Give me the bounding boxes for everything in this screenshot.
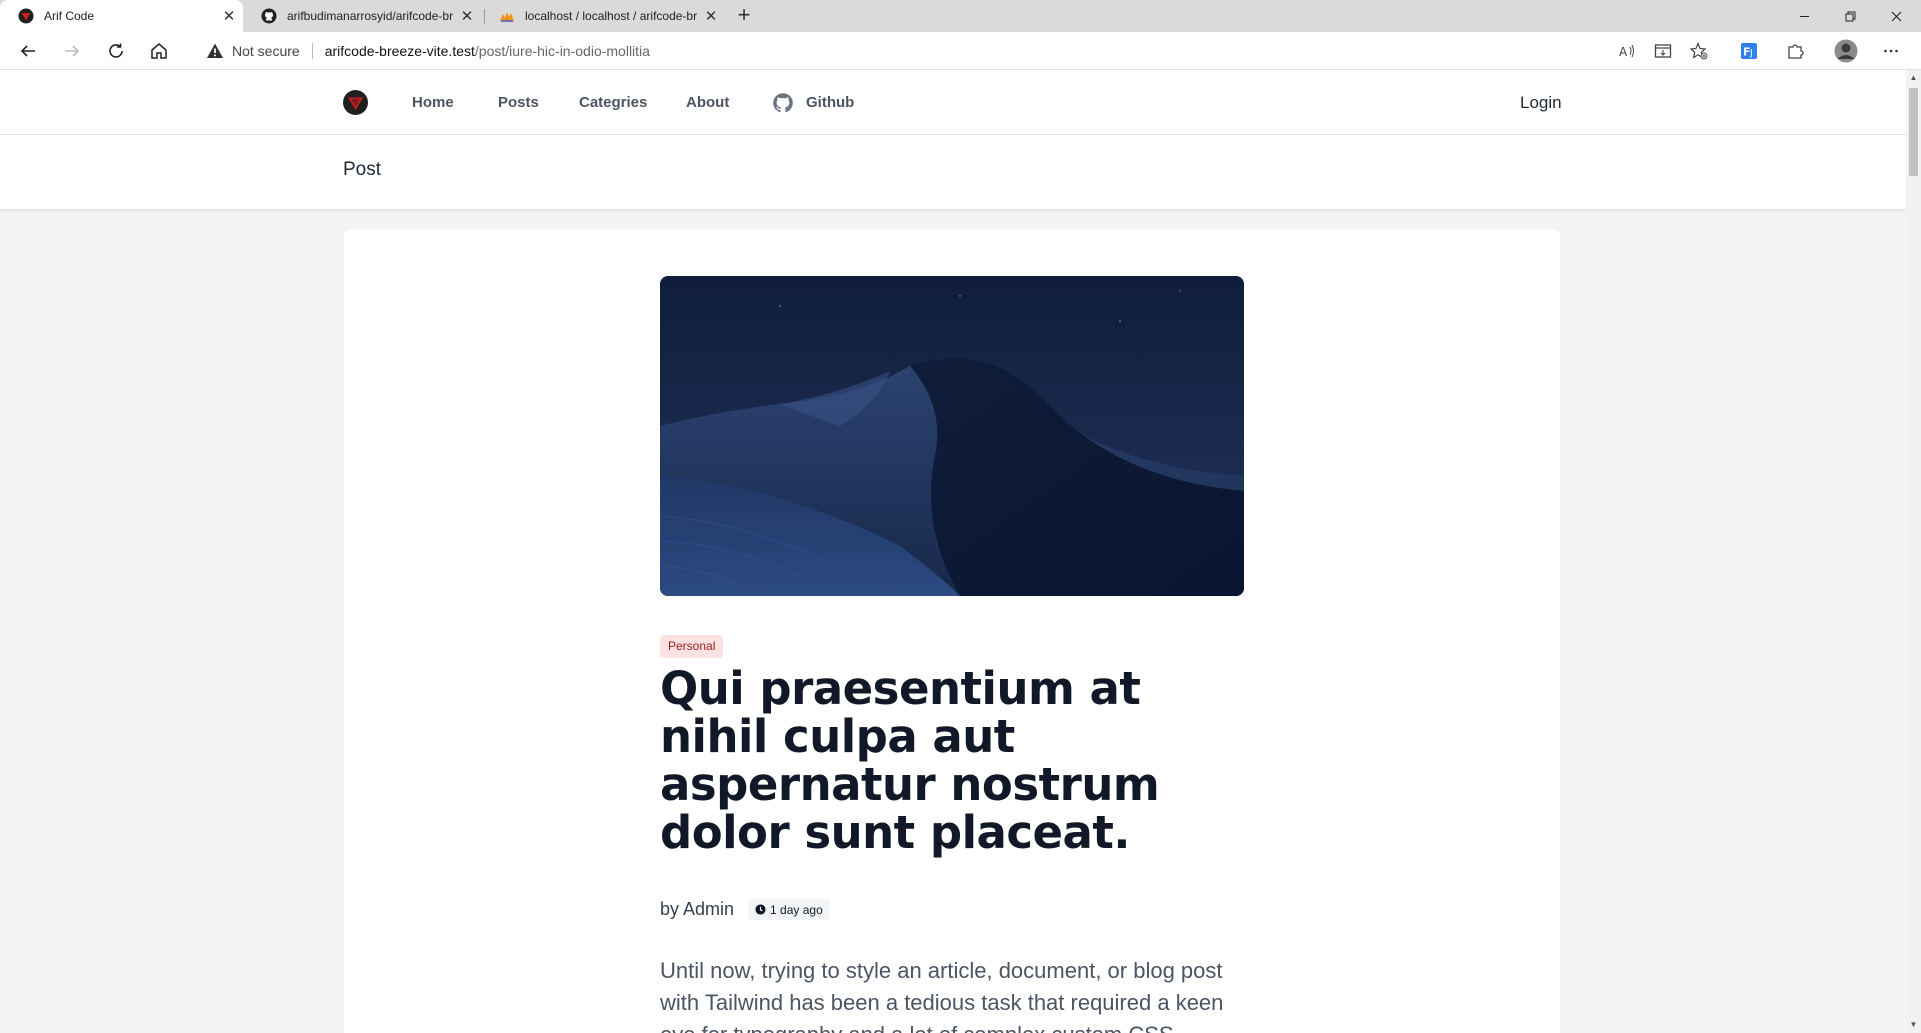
- post-body: Until now, trying to style an article, d…: [660, 958, 1224, 1033]
- browser-tab-strip: Arif Code ✕ arifbudimanarrosyid/arifcode…: [0, 0, 1921, 32]
- url-path: /post/iure-hic-in-odio-mollitia: [474, 43, 650, 59]
- page-viewport: Home Posts Categries About Github Login …: [0, 70, 1906, 1033]
- favorites-add-button[interactable]: [1684, 37, 1714, 65]
- close-icon: [1891, 11, 1901, 21]
- svg-text:J: J: [1749, 49, 1753, 59]
- post-title: Qui praesentium at nihil culpa aut asper…: [660, 662, 1160, 859]
- app-install-icon: [1654, 44, 1672, 58]
- nav-link-categories[interactable]: Categries: [579, 94, 647, 111]
- forward-button[interactable]: [56, 37, 88, 65]
- url-host: arifcode-breeze-vite.test: [324, 43, 475, 59]
- category-badge[interactable]: Personal: [660, 635, 724, 658]
- site-logo-icon: [18, 8, 34, 24]
- minimize-button[interactable]: [1781, 0, 1827, 32]
- settings-menu-button[interactable]: [1876, 37, 1906, 65]
- page-title: Post: [343, 159, 382, 180]
- extensions-button[interactable]: [1780, 37, 1810, 65]
- tab-title: localhost / localhost / arifcode-breeze-…: [525, 9, 697, 23]
- nav-link-posts[interactable]: Posts: [498, 94, 539, 111]
- nav-link-home[interactable]: Home: [412, 94, 454, 111]
- restore-icon: [1845, 11, 1855, 21]
- post-author: by Admin: [660, 899, 735, 919]
- github-icon: [261, 8, 277, 24]
- site-logo-icon[interactable]: [343, 90, 368, 115]
- more-dots-icon: [1884, 49, 1898, 53]
- close-tab-icon[interactable]: ✕: [453, 7, 481, 25]
- avatar: [1834, 39, 1858, 63]
- desert-dune-image: [660, 276, 1244, 596]
- post-hero-image: [660, 276, 1244, 596]
- nav-link-github[interactable]: Github: [806, 94, 854, 111]
- close-tab-icon[interactable]: ✕: [215, 7, 243, 25]
- home-button[interactable]: [143, 37, 175, 65]
- forward-arrow-icon: [65, 45, 80, 57]
- post-time: 1 day ago: [770, 902, 823, 917]
- minimize-icon: [1799, 15, 1809, 17]
- page-header: Post: [0, 135, 1906, 209]
- warning-icon: [207, 43, 223, 58]
- clock-icon: [755, 904, 766, 915]
- puzzle-icon: [1788, 44, 1804, 59]
- scroll-down-icon[interactable]: ▼: [1909, 1020, 1918, 1030]
- post-time-badge: 1 day ago: [748, 899, 830, 920]
- star-add-icon: [1690, 42, 1708, 60]
- svg-text:A: A: [1619, 45, 1628, 59]
- scrollbar-thumb[interactable]: [1909, 88, 1918, 176]
- app-available-button[interactable]: [1648, 37, 1678, 65]
- github-icon[interactable]: [773, 93, 793, 113]
- read-aloud-button[interactable]: A: [1612, 37, 1642, 65]
- restore-button[interactable]: [1827, 0, 1873, 32]
- new-tab-button[interactable]: +: [730, 2, 758, 30]
- login-link[interactable]: Login: [1520, 93, 1562, 113]
- extension-badge-icon: FJ: [1741, 43, 1757, 59]
- back-arrow-icon: [20, 45, 35, 57]
- tab-phpmyadmin[interactable]: localhost / localhost / arifcode-breeze-…: [481, 0, 725, 32]
- phpmyadmin-icon: [500, 12, 514, 22]
- site-navigation: Home Posts Categries About Github Login: [0, 70, 1906, 135]
- extension-button[interactable]: FJ: [1734, 37, 1764, 65]
- tab-title: arifbudimanarrosyid/arifcode-breeze-vite: [287, 9, 453, 23]
- refresh-button[interactable]: [100, 37, 132, 65]
- refresh-icon: [109, 43, 123, 58]
- tab-arif-code[interactable]: Arif Code ✕: [0, 0, 243, 32]
- close-tab-icon[interactable]: ✕: [697, 7, 725, 25]
- close-window-button[interactable]: [1873, 0, 1919, 32]
- post-card: Personal Qui praesentium at nihil culpa …: [344, 229, 1560, 1033]
- address-divider: [311, 43, 313, 59]
- read-aloud-icon: A: [1619, 44, 1634, 59]
- security-label[interactable]: Not secure: [232, 43, 300, 59]
- home-icon: [151, 43, 167, 59]
- profile-button[interactable]: [1831, 37, 1861, 65]
- post-meta: by Admin 1 day ago: [660, 899, 830, 920]
- scroll-up-icon[interactable]: ▲: [1909, 73, 1918, 83]
- back-button[interactable]: [12, 37, 44, 65]
- page-scrollbar[interactable]: ▲ ▼: [1906, 70, 1921, 1033]
- browser-toolbar: Not secure arifcode-breeze-vite.test/pos…: [0, 32, 1921, 70]
- tab-github[interactable]: arifbudimanarrosyid/arifcode-breeze-vite…: [243, 0, 481, 32]
- address-bar[interactable]: Not secure arifcode-breeze-vite.test/pos…: [192, 36, 1692, 66]
- tab-title: Arif Code: [44, 9, 95, 23]
- nav-link-about[interactable]: About: [686, 94, 729, 111]
